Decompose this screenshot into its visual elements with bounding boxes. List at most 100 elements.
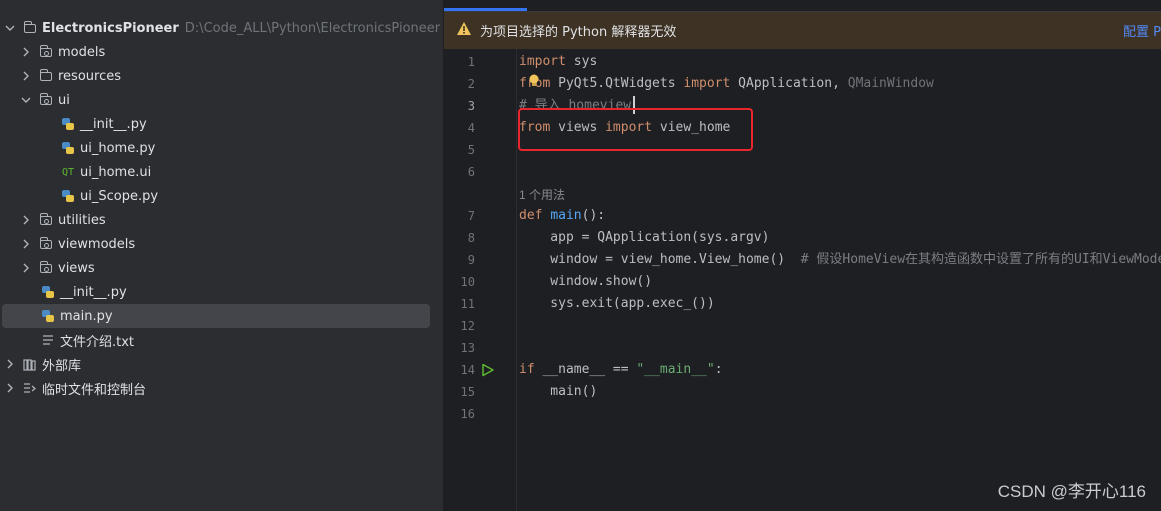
project-name: ElectronicsPioneer — [42, 20, 179, 36]
keyword: def — [519, 208, 551, 223]
code-line-2[interactable]: from PyQt5.QtWidgets import QApplication… — [519, 73, 934, 95]
code-line-1[interactable]: import sys — [519, 51, 597, 73]
line-number-current: 3 — [467, 99, 475, 113]
interpreter-warning-banner: 为项目选择的 Python 解释器无效 配置 P — [444, 12, 1161, 49]
code-line-7[interactable]: def main(): — [519, 205, 605, 227]
folder-icon — [38, 68, 54, 84]
tree-label: __init__.py — [80, 116, 147, 132]
code-text: : — [714, 362, 723, 377]
tree-item-main-selected[interactable]: main.py — [2, 304, 430, 328]
comment: # 假设HomeView在其构造函数中设置了所有的UI和ViewModel — [800, 252, 1161, 267]
line-number: 11 — [460, 297, 475, 311]
python-file-icon — [60, 188, 76, 204]
code-text: QApplication, — [730, 76, 848, 91]
lightbulb-icon[interactable] — [528, 73, 540, 92]
configure-interpreter-link[interactable]: 配置 P — [1123, 21, 1161, 40]
banner-message: 为项目选择的 Python 解释器无效 — [480, 25, 677, 40]
chevron-down-icon[interactable] — [4, 22, 16, 34]
code-text: sys — [565, 54, 598, 69]
line-number: 6 — [467, 165, 475, 179]
tree-label: 外部库 — [42, 358, 82, 374]
usage-inlay-hint[interactable]: 1 个用法 — [519, 184, 565, 206]
line-number: 5 — [467, 143, 475, 157]
tree-item-views[interactable]: views — [20, 256, 95, 280]
tree-item-intro-txt[interactable]: 文件介绍.txt — [40, 328, 134, 352]
run-gutter-icon[interactable] — [481, 362, 495, 381]
tree-item-viewmodels[interactable]: viewmodels — [20, 232, 135, 256]
tree-item-scratches[interactable]: 临时文件和控制台 — [4, 376, 146, 400]
code-line-9[interactable]: window = view_home.View_home() # 假设HomeV… — [519, 249, 1161, 271]
code-text: (): — [581, 208, 606, 223]
line-number: 4 — [467, 121, 475, 135]
chevron-right-icon[interactable] — [20, 262, 32, 274]
gutter-separator — [516, 49, 517, 511]
chevron-right-icon[interactable] — [20, 46, 32, 58]
unused-import: QMainWindow — [847, 76, 934, 91]
tree-label: ui — [58, 92, 70, 108]
code-editor[interactable]: 为项目选择的 Python 解释器无效 配置 P 1 2 3 4 5 6 7 8… — [444, 0, 1161, 511]
line-number: 13 — [460, 341, 475, 355]
python-file-icon — [60, 140, 76, 156]
tree-label: ui_Scope.py — [80, 188, 159, 204]
code-line-15[interactable]: main() — [519, 381, 597, 403]
code-line-14[interactable]: if __name__ == "__main__": — [519, 359, 723, 381]
chevron-right-icon[interactable] — [4, 358, 16, 370]
chevron-right-icon[interactable] — [4, 382, 16, 394]
tree-label: ui_home.py — [80, 140, 156, 156]
chevron-right-icon[interactable] — [20, 70, 32, 82]
tree-label: resources — [58, 68, 122, 84]
code-text: __name__ == — [534, 362, 637, 377]
tree-item-resources[interactable]: resources — [20, 64, 121, 88]
line-number: 14 — [460, 363, 475, 377]
tree-item-utilities[interactable]: utilities — [20, 208, 106, 232]
tree-item-ui-home-ui[interactable]: QT ui_home.ui — [60, 160, 151, 184]
code-line-8[interactable]: app = QApplication(sys.argv) — [519, 227, 769, 249]
tree-item-ui-init[interactable]: __init__.py — [60, 112, 147, 136]
tree-label: ui_home.ui — [80, 164, 152, 180]
chevron-right-icon[interactable] — [20, 214, 32, 226]
tree-item-project-root[interactable]: ElectronicsPioneer D:\Code_ALL\Python\El… — [4, 16, 440, 40]
watermark: CSDN @李开心116 — [997, 482, 1146, 501]
line-number: 12 — [460, 319, 475, 333]
line-number: 10 — [460, 275, 475, 289]
tree-item-ui[interactable]: ui — [20, 88, 70, 112]
line-number: 16 — [460, 407, 475, 421]
keyword: import — [683, 76, 731, 91]
keyword: if — [519, 362, 535, 377]
scratches-icon — [22, 380, 38, 396]
warning-icon — [456, 21, 472, 40]
tree-label: 临时文件和控制台 — [42, 382, 147, 398]
tree-label: 文件介绍.txt — [60, 334, 135, 350]
tree-item-root-init[interactable]: __init__.py — [40, 280, 127, 304]
code-text: PyQt5.QtWidgets — [550, 76, 684, 91]
tree-item-ui-scope[interactable]: ui_Scope.py — [60, 184, 158, 208]
package-folder-icon — [38, 44, 54, 60]
code-line-11[interactable]: sys.exit(app.exec_()) — [519, 293, 714, 315]
tree-item-models[interactable]: models — [20, 40, 105, 64]
tree-label: models — [58, 44, 106, 60]
folder-icon — [22, 20, 38, 36]
function-name: main — [550, 208, 582, 223]
package-folder-icon — [38, 92, 54, 108]
python-file-icon — [60, 116, 76, 132]
project-tool-window: ElectronicsPioneer D:\Code_ALL\Python\El… — [0, 0, 443, 511]
library-icon — [22, 356, 38, 372]
tree-label: main.py — [60, 308, 113, 324]
highlight-annotation-box — [518, 108, 753, 151]
tree-item-ui-home-py[interactable]: ui_home.py — [60, 136, 155, 160]
tree-label: viewmodels — [58, 236, 136, 252]
chevron-right-icon[interactable] — [20, 238, 32, 250]
package-folder-icon — [38, 212, 54, 228]
code-line-10[interactable]: window.show() — [519, 271, 652, 293]
qt-file-icon: QT — [61, 166, 75, 178]
python-file-icon — [40, 284, 56, 300]
project-path: D:\Code_ALL\Python\ElectronicsPioneer — [184, 20, 441, 36]
line-number: 9 — [467, 253, 475, 267]
package-folder-icon — [38, 260, 54, 276]
keyword: import — [519, 54, 566, 69]
package-folder-icon — [38, 236, 54, 252]
text-file-icon — [40, 332, 56, 348]
tree-item-external-libraries[interactable]: 外部库 — [4, 352, 81, 376]
chevron-down-icon[interactable] — [20, 94, 32, 106]
python-file-icon — [40, 308, 56, 324]
